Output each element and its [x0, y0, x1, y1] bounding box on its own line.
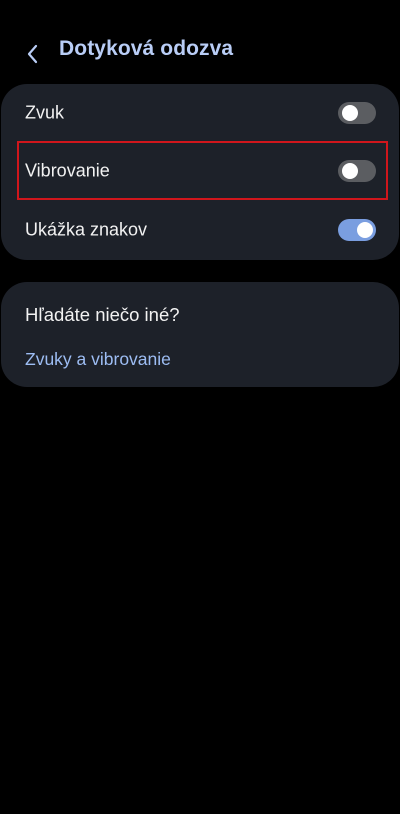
suggestions-card: Hľadáte niečo iné? Zvuky a vibrovanie [1, 282, 399, 387]
setting-row-sound[interactable]: Zvuk [1, 84, 399, 142]
setting-row-vibration[interactable]: Vibrovanie [1, 142, 399, 200]
switch-knob [342, 105, 358, 121]
settings-card: Zvuk Vibrovanie Ukážka znakov [1, 84, 399, 260]
switch-knob [357, 222, 373, 238]
sound-toggle[interactable] [338, 102, 376, 124]
switch-knob [342, 163, 358, 179]
suggestions-title: Hľadáte niečo iné? [25, 304, 180, 325]
setting-label-character-preview: Ukážka znakov [25, 219, 148, 240]
setting-label-vibration: Vibrovanie [25, 160, 110, 181]
character-preview-toggle[interactable] [338, 219, 376, 241]
sounds-and-vibration-link[interactable]: Zvuky a vibrovanie [25, 349, 171, 370]
back-button[interactable] [18, 34, 48, 66]
setting-row-character-preview[interactable]: Ukážka znakov [1, 201, 399, 259]
chevron-left-icon [27, 44, 38, 64]
page-title: Dotyková odozva [59, 37, 234, 60]
setting-label-sound: Zvuk [25, 102, 65, 123]
top-app-bar: Dotyková odozva [0, 28, 400, 72]
vibration-toggle[interactable] [338, 160, 376, 182]
